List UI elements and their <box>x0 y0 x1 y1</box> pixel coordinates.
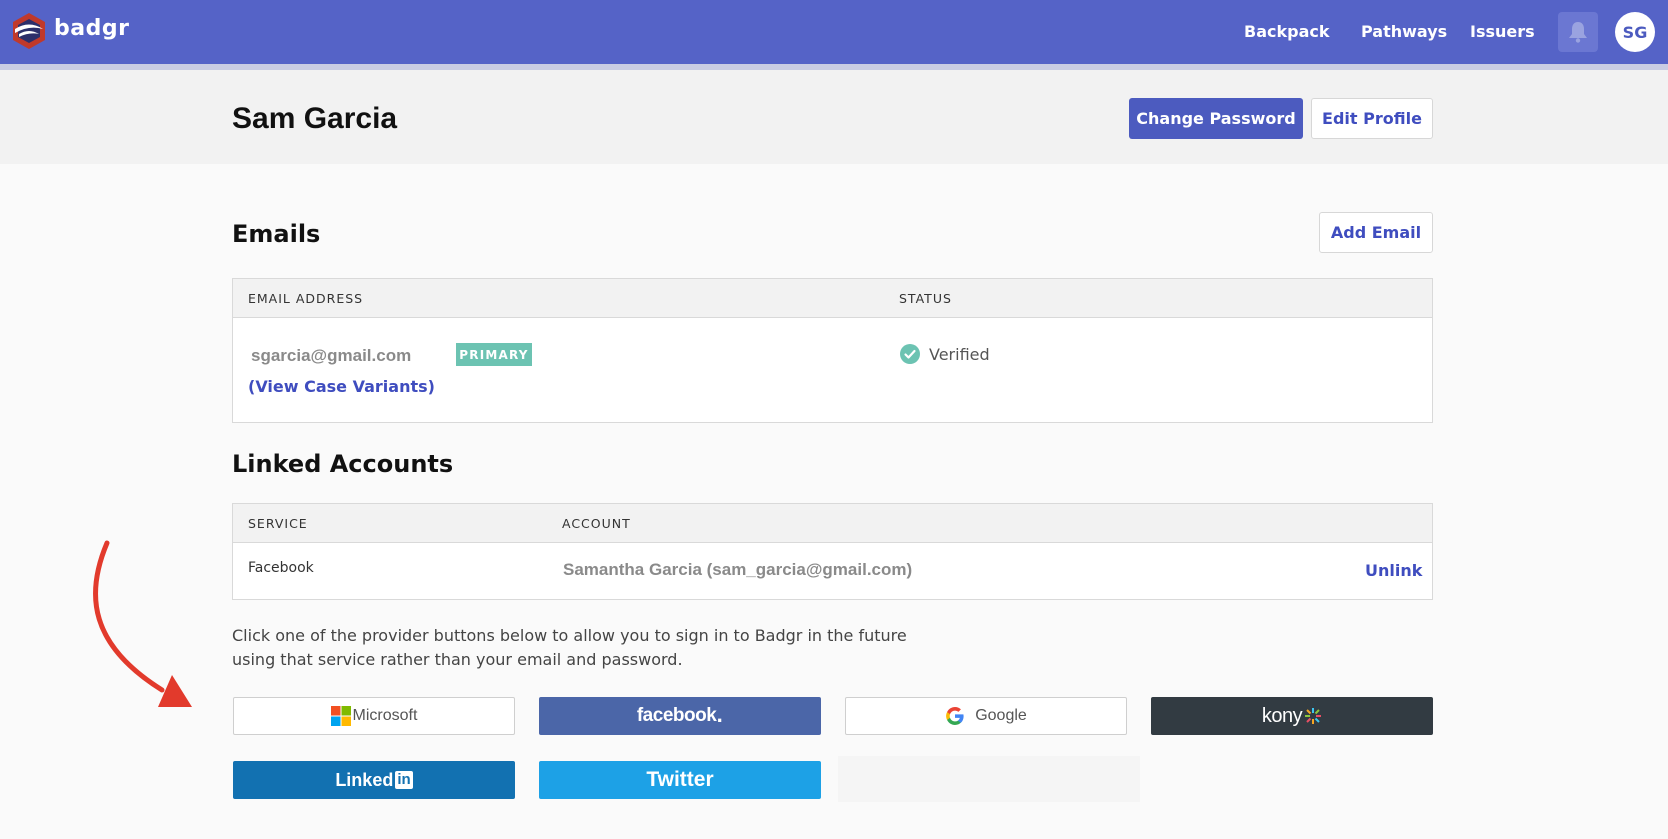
add-email-button[interactable]: Add Email <box>1319 212 1433 253</box>
linked-table-header: SERVICE ACCOUNT <box>233 504 1432 543</box>
provider-placeholder <box>838 756 1140 802</box>
emails-table: EMAIL ADDRESS STATUS sgarcia@gmail.com P… <box>232 278 1433 423</box>
linked-accounts-heading: Linked Accounts <box>232 450 454 478</box>
top-nav: badgr Backpack Pathways Issuers SG <box>0 0 1668 64</box>
kony-spark-icon <box>1305 708 1322 724</box>
column-status: STATUS <box>899 291 952 306</box>
microsoft-signin-button[interactable]: Microsoft <box>233 697 515 735</box>
status-verified: Verified <box>900 344 990 364</box>
page-title: Sam Garcia <box>232 102 398 135</box>
facebook-signin-button[interactable]: facebook . <box>539 697 821 735</box>
service-value: Facebook <box>248 560 314 576</box>
unlink-button[interactable]: Unlink <box>1365 561 1422 580</box>
notifications-button[interactable] <box>1558 12 1598 52</box>
linkedin-in-icon: in <box>395 771 413 789</box>
primary-badge: PRIMARY <box>456 343 532 366</box>
google-signin-button[interactable]: Google <box>845 697 1127 735</box>
nav-pathways[interactable]: Pathways <box>1361 22 1447 41</box>
edit-profile-button[interactable]: Edit Profile <box>1311 98 1433 139</box>
status-text: Verified <box>929 344 990 364</box>
facebook-label: facebook <box>636 705 717 726</box>
microsoft-label: Microsoft <box>352 707 418 724</box>
column-account: ACCOUNT <box>562 516 631 531</box>
app-name[interactable]: badgr <box>54 16 129 41</box>
provider-help-text: Click one of the provider buttons below … <box>232 626 907 669</box>
linkedin-label: Linked <box>335 769 394 790</box>
red-arrow-icon <box>93 540 192 707</box>
microsoft-logo-icon <box>330 706 351 726</box>
column-email-address: EMAIL ADDRESS <box>248 291 364 306</box>
nav-backpack[interactable]: Backpack <box>1244 22 1330 41</box>
linked-accounts-table: SERVICE ACCOUNT Facebook Samantha Garcia… <box>232 503 1433 600</box>
check-circle-icon <box>900 344 920 364</box>
nav-issuers[interactable]: Issuers <box>1470 22 1535 41</box>
twitter-signin-button[interactable]: Twitter <box>539 761 821 799</box>
twitter-label: Twitter <box>646 768 714 791</box>
table-row: sgarcia@gmail.com PRIMARY (View Case Var… <box>233 318 1432 423</box>
kony-signin-button[interactable]: kony <box>1151 697 1433 735</box>
user-avatar[interactable]: SG <box>1615 12 1655 52</box>
kony-label: kony <box>1261 704 1303 727</box>
view-case-variants-link[interactable]: (View Case Variants) <box>248 377 435 396</box>
email-address-value: sgarcia@gmail.com <box>251 346 412 365</box>
account-value: Samantha Garcia (sam_garcia@gmail.com) <box>563 560 913 579</box>
emails-table-header: EMAIL ADDRESS STATUS <box>233 279 1432 318</box>
google-label: Google <box>975 707 1027 724</box>
change-password-button[interactable]: Change Password <box>1129 98 1303 139</box>
emails-heading: Emails <box>232 220 321 248</box>
linkedin-signin-button[interactable]: Linked in <box>233 761 515 799</box>
badgr-logo-icon[interactable] <box>11 12 47 50</box>
google-logo-icon <box>946 707 964 725</box>
column-service: SERVICE <box>248 516 308 531</box>
table-row: Facebook Samantha Garcia (sam_garcia@gma… <box>233 543 1432 599</box>
facebook-dot: . <box>716 705 724 727</box>
bell-icon <box>1569 22 1587 43</box>
